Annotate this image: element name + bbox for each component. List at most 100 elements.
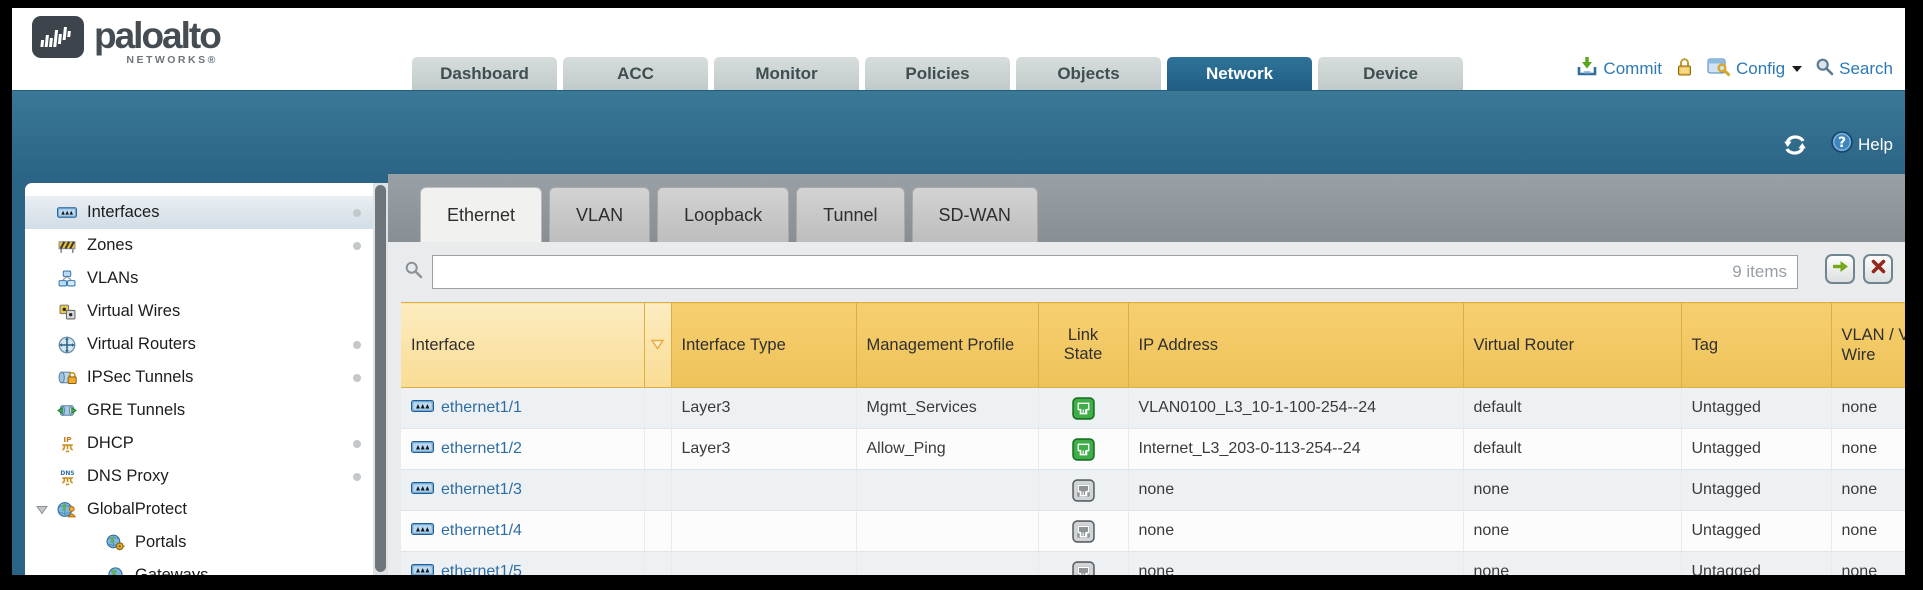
- interface-type-cell: [671, 511, 856, 552]
- subtab-loopback[interactable]: Loopback: [657, 187, 789, 242]
- tab-network[interactable]: Network: [1167, 57, 1312, 90]
- sort-dropdown[interactable]: [644, 303, 671, 388]
- search-button[interactable]: Search: [1815, 57, 1893, 81]
- interface-link[interactable]: ethernet1/3: [441, 481, 522, 499]
- dns-proxy-icon: DNS: [55, 468, 79, 486]
- virtual-router-cell: none: [1463, 470, 1681, 511]
- ipsec-tunnels-icon: [55, 370, 79, 386]
- sidebar-item-virtual-routers[interactable]: Virtual Routers: [25, 328, 373, 361]
- interface-link[interactable]: ethernet1/4: [441, 522, 522, 540]
- commit-button[interactable]: Commit: [1576, 56, 1662, 82]
- col-header-management-profile[interactable]: Management Profile: [856, 303, 1038, 388]
- subtab-vlan[interactable]: VLAN: [549, 187, 650, 242]
- interface-type-cell: Layer3: [671, 388, 856, 429]
- app-window: paloalto NETWORKS® DashboardACCMonitorPo…: [12, 8, 1905, 575]
- portals-icon: [103, 534, 127, 551]
- col-header-interface-type[interactable]: Interface Type: [671, 303, 856, 388]
- sidebar-item-dns-proxy[interactable]: DNS DNS Proxy: [25, 460, 373, 493]
- body-area: Interfaces Zones VLANs: [12, 174, 1905, 575]
- tab-device[interactable]: Device: [1318, 57, 1463, 90]
- tab-dashboard[interactable]: Dashboard: [412, 57, 557, 90]
- paloalto-logo: paloalto NETWORKS®: [32, 16, 220, 66]
- top-bar: paloalto NETWORKS® DashboardACCMonitorPo…: [12, 8, 1905, 90]
- tag-cell: Untagged: [1681, 388, 1831, 429]
- col-header-vlan-wire[interactable]: VLAN / V Wire: [1831, 303, 1905, 388]
- management-profile-cell: [856, 470, 1038, 511]
- management-profile-cell: Allow_Ping: [856, 429, 1038, 470]
- sidebar-item-interfaces[interactable]: Interfaces: [25, 196, 373, 229]
- item-dot: [353, 341, 361, 349]
- col-header-ip-address[interactable]: IP Address: [1128, 303, 1463, 388]
- link-down-icon[interactable]: [1072, 479, 1095, 502]
- sidebar-item-vlans[interactable]: VLANs: [25, 262, 373, 295]
- link-state-cell: [1038, 388, 1128, 429]
- interface-type-cell: [671, 552, 856, 576]
- management-profile-cell: [856, 511, 1038, 552]
- link-up-icon[interactable]: [1072, 438, 1095, 461]
- gateways-icon: [103, 567, 127, 575]
- sidebar-item-globalprotect[interactable]: GlobalProtect: [25, 493, 373, 526]
- interface-link[interactable]: ethernet1/1: [441, 399, 522, 417]
- link-down-icon[interactable]: [1072, 520, 1095, 543]
- col-header-tag[interactable]: Tag: [1681, 303, 1831, 388]
- clear-filter-button[interactable]: [1863, 254, 1893, 284]
- lock-icon[interactable]: [1675, 56, 1694, 82]
- brand-tagline: NETWORKS®: [126, 54, 219, 66]
- link-state-cell: [1038, 552, 1128, 576]
- table-body: ethernet1/1 Layer3 Mgmt_Services VLAN010…: [401, 388, 1905, 576]
- sidebar-item-portals[interactable]: Portals: [25, 526, 373, 559]
- link-state-cell: [1038, 429, 1128, 470]
- filter-input[interactable]: [433, 257, 1732, 287]
- col-header-link-state[interactable]: Link State: [1038, 303, 1128, 388]
- nav-actions: Commit Config Search: [1576, 53, 1893, 85]
- gre-tunnels-icon: [55, 403, 79, 418]
- sidebar-scrollbar-thumb[interactable]: [375, 185, 386, 572]
- filter-bar: 9 items: [388, 242, 1905, 302]
- chevron-down-icon: [1792, 66, 1802, 72]
- virtual-router-cell: default: [1463, 429, 1681, 470]
- sidebar-item-gre-tunnels[interactable]: GRE Tunnels: [25, 394, 373, 427]
- tag-cell: Untagged: [1681, 429, 1831, 470]
- sidebar-item-gateways[interactable]: Gateways: [25, 559, 373, 575]
- vlan-wire-cell: none: [1831, 429, 1905, 470]
- tab-policies[interactable]: Policies: [865, 57, 1010, 90]
- subtab-ethernet[interactable]: Ethernet: [420, 187, 542, 242]
- table-row-ethernet1-1: ethernet1/1 Layer3 Mgmt_Services VLAN010…: [401, 388, 1905, 429]
- interface-type-cell: Layer3: [671, 429, 856, 470]
- help-button[interactable]: ? Help: [1830, 130, 1893, 159]
- virtual-wires-icon: [55, 304, 79, 320]
- vlan-wire-cell: none: [1831, 511, 1905, 552]
- table-row-ethernet1-2: ethernet1/2 Layer3 Allow_Ping Internet_L…: [401, 429, 1905, 470]
- item-count: 9 items: [1732, 262, 1797, 282]
- col-header-virtual-router[interactable]: Virtual Router: [1463, 303, 1681, 388]
- subtab-sd-wan[interactable]: SD-WAN: [912, 187, 1038, 242]
- sidebar-item-virtual-wires[interactable]: Virtual Wires: [25, 295, 373, 328]
- col-header-interface[interactable]: Interface: [401, 303, 644, 388]
- refresh-icon[interactable]: [1782, 134, 1808, 156]
- ethernet-interface-icon: [411, 440, 434, 458]
- expand-triangle-icon[interactable]: [36, 505, 48, 515]
- tab-objects[interactable]: Objects: [1016, 57, 1161, 90]
- config-menu-button[interactable]: Config: [1707, 57, 1802, 82]
- tab-monitor[interactable]: Monitor: [714, 57, 859, 90]
- interface-link[interactable]: ethernet1/2: [441, 440, 522, 458]
- subtab-tunnel[interactable]: Tunnel: [796, 187, 904, 242]
- sidebar: Interfaces Zones VLANs: [25, 183, 373, 575]
- tag-cell: Untagged: [1681, 552, 1831, 576]
- main-nav-tabs: DashboardACCMonitorPoliciesObjectsNetwor…: [412, 57, 1463, 90]
- tab-acc[interactable]: ACC: [563, 57, 708, 90]
- vlan-wire-cell: none: [1831, 470, 1905, 511]
- banner-bar: ? Help: [12, 90, 1905, 175]
- sidebar-item-zones[interactable]: Zones: [25, 229, 373, 262]
- sidebar-item-ipsec-tunnels[interactable]: IPSec Tunnels: [25, 361, 373, 394]
- ip-address-cell: VLAN0100_L3_10-1-100-254--24: [1128, 388, 1463, 429]
- link-down-icon[interactable]: [1072, 561, 1095, 576]
- subtab-strip: EthernetVLANLoopbackTunnelSD-WAN: [388, 174, 1905, 242]
- interface-link[interactable]: ethernet1/5: [441, 563, 522, 575]
- help-icon: ?: [1830, 130, 1854, 159]
- item-dot: [353, 473, 361, 481]
- sidebar-item-dhcp[interactable]: IP DHCP: [25, 427, 373, 460]
- link-up-icon[interactable]: [1072, 397, 1095, 420]
- brand-name: paloalto: [94, 16, 220, 56]
- apply-filter-button[interactable]: [1825, 254, 1855, 284]
